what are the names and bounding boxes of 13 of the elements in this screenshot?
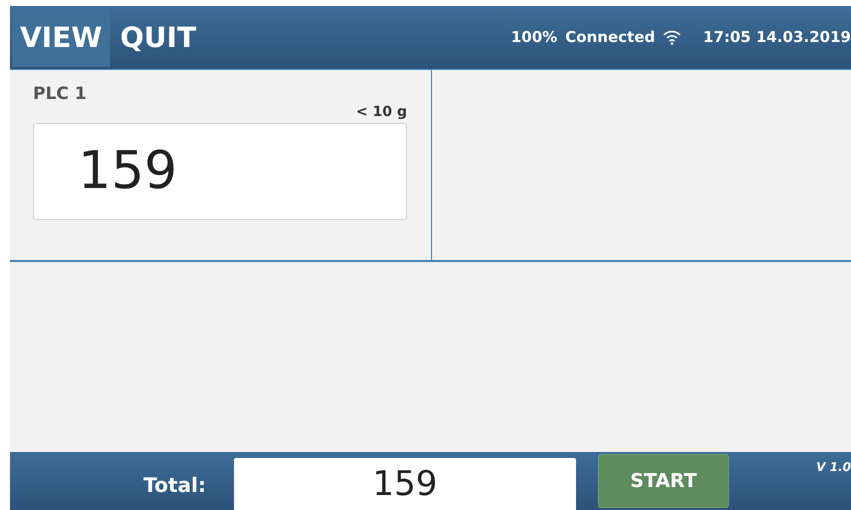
menu-tab[interactable]: QUIT [112,8,204,66]
wifi-icon [663,30,682,45]
menu-tab[interactable]: VIEW [12,8,110,66]
total-label: Total: [142,472,207,499]
battery-level: 100% [510,27,558,48]
total-display: 159 [234,458,576,510]
version-label: V 1.0 [816,459,851,476]
date-time: 17:05 14.03.2019 [703,27,851,48]
weight-display: 159 [33,122,407,220]
connection-status: Connected [565,27,656,48]
start-button[interactable]: START [598,454,729,508]
plc-name: PLC 1 [33,83,88,106]
tolerance-label: < 10 g [356,102,407,122]
